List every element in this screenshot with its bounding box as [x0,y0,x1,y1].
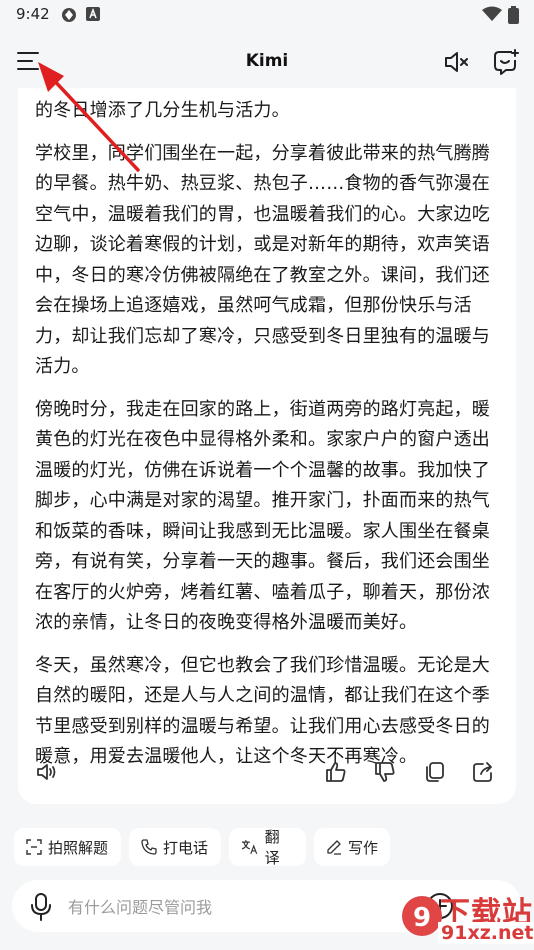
chip-label: 写作 [348,838,379,857]
copy-button[interactable] [422,760,448,786]
read-aloud-button[interactable] [35,760,61,786]
app-header: Kimi [0,36,534,88]
status-time: 9:42 [16,5,50,23]
speaker-icon [37,764,56,780]
message-paragraph: 学校里，同学们围坐在一起，分享着彼此带来的热气腾腾的早餐。热牛奶、热豆浆、热包子… [35,142,490,378]
chip-label: 翻译 [264,828,280,867]
speaker-mute-icon [445,52,468,72]
microphone-icon [31,893,51,921]
thumbs-up-icon [326,762,346,782]
message-content: 的冬日增添了几分生机与活力。 学校里，同学们围坐在一起，分享着彼此带来的热气腾腾… [18,96,504,785]
new-chat-icon [494,49,519,75]
phone-icon [141,839,157,855]
battery-icon [508,6,519,28]
message-paragraph: 的冬日增添了几分生机与活力。 [35,100,290,121]
watermark-url: 91xz.net [438,922,534,944]
site-watermark: 9 下载站 91xz.net [400,886,534,950]
dislike-button[interactable] [373,760,399,786]
new-chat-button[interactable] [492,48,520,76]
chip-label: 拍照解题 [48,838,109,857]
translate-icon [241,840,258,855]
copy-icon [426,762,444,782]
pen-icon [327,840,341,855]
chip-phone-call[interactable]: 打电话 [129,828,221,866]
mute-button[interactable] [443,49,471,75]
share-icon [473,762,492,782]
message-paragraph: 冬天，虽然寒冷，但它也教会了我们珍惜温暖。无论是大自然的暖阳，还是人与人之间的温… [35,654,490,768]
svg-text:9: 9 [413,903,431,933]
status-bar: 9:42 [0,0,534,28]
thumbs-down-icon [375,762,395,782]
share-button[interactable] [471,760,497,786]
message-paragraph: 傍晚时分，我走在回家的路上，街道两旁的路灯亮起，暖黄色的灯光在夜色中显得格外柔和… [35,398,490,634]
app-notification-icon [86,6,100,25]
vpn-icon [60,6,78,28]
wifi-icon [482,6,502,26]
like-button[interactable] [324,760,350,786]
scan-icon [26,839,42,855]
voice-input-button[interactable] [30,893,52,921]
chip-label: 打电话 [163,838,209,857]
chat-input[interactable] [66,892,430,922]
chip-writing[interactable]: 写作 [314,828,390,866]
chip-photo-solve[interactable]: 拍照解题 [14,828,121,866]
chip-translate[interactable]: 翻译 [229,828,306,867]
